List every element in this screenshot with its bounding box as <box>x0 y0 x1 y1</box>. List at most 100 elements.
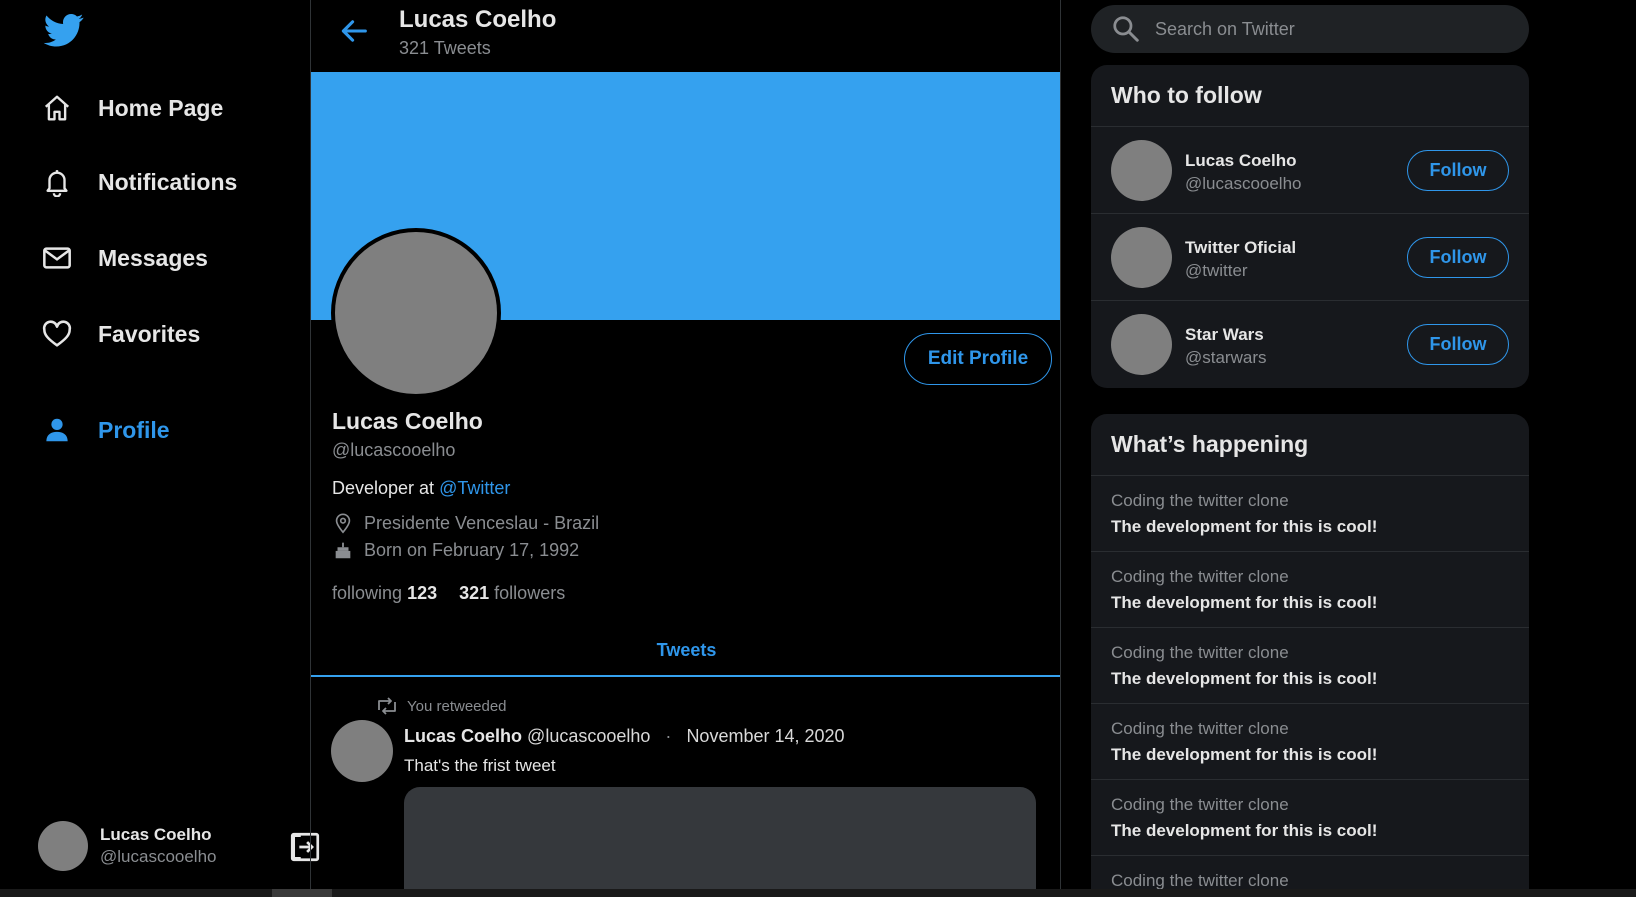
twitter-bird-icon[interactable] <box>42 10 86 50</box>
heart-icon <box>40 317 74 351</box>
tweet-header: Lucas Coelho @lucascooelho · November 14… <box>404 726 845 747</box>
follow-suggestion[interactable]: Lucas Coelho @lucascooelho Follow <box>1091 127 1529 214</box>
nav-label-notifications: Notifications <box>98 168 238 195</box>
nav-label-messages: Messages <box>98 244 208 271</box>
scrollbar-thumb[interactable] <box>272 889 332 897</box>
avatar <box>38 821 88 871</box>
page-title: Lucas Coelho <box>399 6 557 33</box>
whats-happening-card: What’s happening Coding the twitter clon… <box>1091 414 1529 897</box>
edit-profile-button[interactable]: Edit Profile <box>904 333 1052 385</box>
follow-suggestion[interactable]: Twitter Oficial @twitter Follow <box>1091 214 1529 301</box>
following-label: following <box>332 583 403 603</box>
tweet-media[interactable] <box>404 787 1036 897</box>
account-switcher[interactable]: Lucas Coelho @lucascooelho <box>38 820 320 872</box>
nav-item-messages[interactable]: Messages <box>40 238 208 278</box>
follow-button[interactable]: Follow <box>1407 150 1509 191</box>
avatar <box>1111 227 1172 288</box>
account-handle: @lucascooelho <box>100 847 217 866</box>
trend-topic: Coding the twitter clone <box>1111 795 1289 814</box>
profile-handle: @lucascooelho <box>332 440 456 460</box>
trend-item[interactable]: Coding the twitter clone The development… <box>1091 476 1529 552</box>
left-sidebar: Home Page Notifications Messages Favorit… <box>0 0 320 897</box>
home-icon <box>40 91 74 125</box>
account-name: Lucas Coelho <box>100 825 212 844</box>
bell-icon <box>40 165 74 199</box>
birthday-cake-icon <box>335 542 351 559</box>
search-icon <box>1113 16 1139 42</box>
tweet-count: 321 Tweets <box>399 38 491 58</box>
search-input[interactable] <box>1155 18 1515 40</box>
follow-suggestion[interactable]: Star Wars @starwars Follow <box>1091 301 1529 388</box>
avatar[interactable] <box>331 720 393 782</box>
following-link[interactable]: following 123 <box>332 583 437 603</box>
followers-label: followers <box>494 583 566 603</box>
who-to-follow-title: Who to follow <box>1091 65 1529 127</box>
mail-icon <box>40 241 74 275</box>
search-bar[interactable] <box>1091 5 1529 53</box>
who-to-follow-card: Who to follow Lucas Coelho @lucascooelho… <box>1091 65 1529 388</box>
tweet[interactable]: You retweeded Lucas Coelho @lucascooelho… <box>311 678 1060 897</box>
trend-headline: The development for this is cool! <box>1111 517 1378 536</box>
trend-topic: Coding the twitter clone <box>1111 719 1289 738</box>
nav-label-home: Home Page <box>98 94 224 121</box>
nav-item-home[interactable]: Home Page <box>40 88 223 128</box>
location-pin-icon <box>335 513 351 534</box>
tweet-text: That's the frist tweet <box>404 756 556 775</box>
tweet-author-handle: @lucascooelho <box>527 726 651 746</box>
follow-button[interactable]: Follow <box>1407 237 1509 278</box>
trend-item[interactable]: Coding the twitter clone The development… <box>1091 780 1529 856</box>
birthdate-text: Born on February 17, 1992 <box>364 539 580 560</box>
profile-tabs: Tweets <box>311 625 1060 677</box>
nav-label-favorites: Favorites <box>98 320 201 347</box>
nav-item-notifications[interactable]: Notifications <box>40 162 237 202</box>
follow-stats: following 123 321 followers <box>332 583 565 604</box>
retweet-indicator: You retweeded <box>375 697 507 715</box>
tweet-date[interactable]: November 14, 2020 <box>686 726 844 746</box>
nav-item-favorites[interactable]: Favorites <box>40 314 200 354</box>
followers-link[interactable]: 321 followers <box>459 583 565 603</box>
profile-name: Lucas Coelho <box>332 408 483 434</box>
profile-header-bar: Lucas Coelho 321 Tweets <box>311 0 1060 72</box>
suggestion-handle: @lucascooelho <box>1185 174 1302 193</box>
profile-column: Lucas Coelho 321 Tweets Edit Profile Luc… <box>310 0 1061 897</box>
profile-birthdate: Born on February 17, 1992 <box>332 539 579 561</box>
horizontal-scrollbar[interactable] <box>0 889 1636 897</box>
whats-happening-title: What’s happening <box>1091 414 1529 476</box>
account-info: Lucas Coelho @lucascooelho <box>100 824 217 868</box>
trend-headline: The development for this is cool! <box>1111 745 1378 764</box>
profile-bio: Developer at @Twitter <box>332 478 510 499</box>
bio-mention-link[interactable]: @Twitter <box>439 478 510 498</box>
trend-item[interactable]: Coding the twitter clone The development… <box>1091 552 1529 628</box>
separator: · <box>665 726 672 746</box>
follow-button[interactable]: Follow <box>1407 324 1509 365</box>
following-count: 123 <box>407 583 438 603</box>
trend-item[interactable]: Coding the twitter clone The development… <box>1091 628 1529 704</box>
location-text: Presidente Venceslau - Brazil <box>364 512 600 533</box>
profile-avatar[interactable] <box>331 228 501 398</box>
retweet-icon <box>378 697 396 715</box>
avatar <box>1111 140 1172 201</box>
suggestion-handle: @starwars <box>1185 348 1267 367</box>
nav-label-profile: Profile <box>98 416 170 443</box>
trend-topic: Coding the twitter clone <box>1111 567 1289 586</box>
trend-headline: The development for this is cool! <box>1111 669 1378 688</box>
suggestion-name: Twitter Oficial <box>1185 238 1297 257</box>
followers-count: 321 <box>459 583 490 603</box>
profile-location: Presidente Venceslau - Brazil <box>332 512 599 534</box>
trend-item[interactable]: Coding the twitter clone The development… <box>1091 704 1529 780</box>
suggestion-name: Star Wars <box>1185 325 1264 344</box>
tab-tweets[interactable]: Tweets <box>657 640 717 661</box>
trend-headline: The development for this is cool! <box>1111 593 1378 612</box>
suggestion-handle: @twitter <box>1185 261 1248 280</box>
suggestion-name: Lucas Coelho <box>1185 151 1297 170</box>
user-icon <box>40 413 74 447</box>
tweet-author-name[interactable]: Lucas Coelho <box>404 726 522 746</box>
trend-topic: Coding the twitter clone <box>1111 491 1289 510</box>
trend-topic: Coding the twitter clone <box>1111 643 1289 662</box>
back-arrow-icon[interactable] <box>337 14 371 48</box>
trend-headline: The development for this is cool! <box>1111 821 1378 840</box>
nav-item-profile[interactable]: Profile <box>40 410 170 450</box>
bio-text: Developer at <box>332 478 440 498</box>
right-sidebar: Who to follow Lucas Coelho @lucascooelho… <box>1061 0 1636 897</box>
retweet-note: You retweeded <box>407 697 507 715</box>
